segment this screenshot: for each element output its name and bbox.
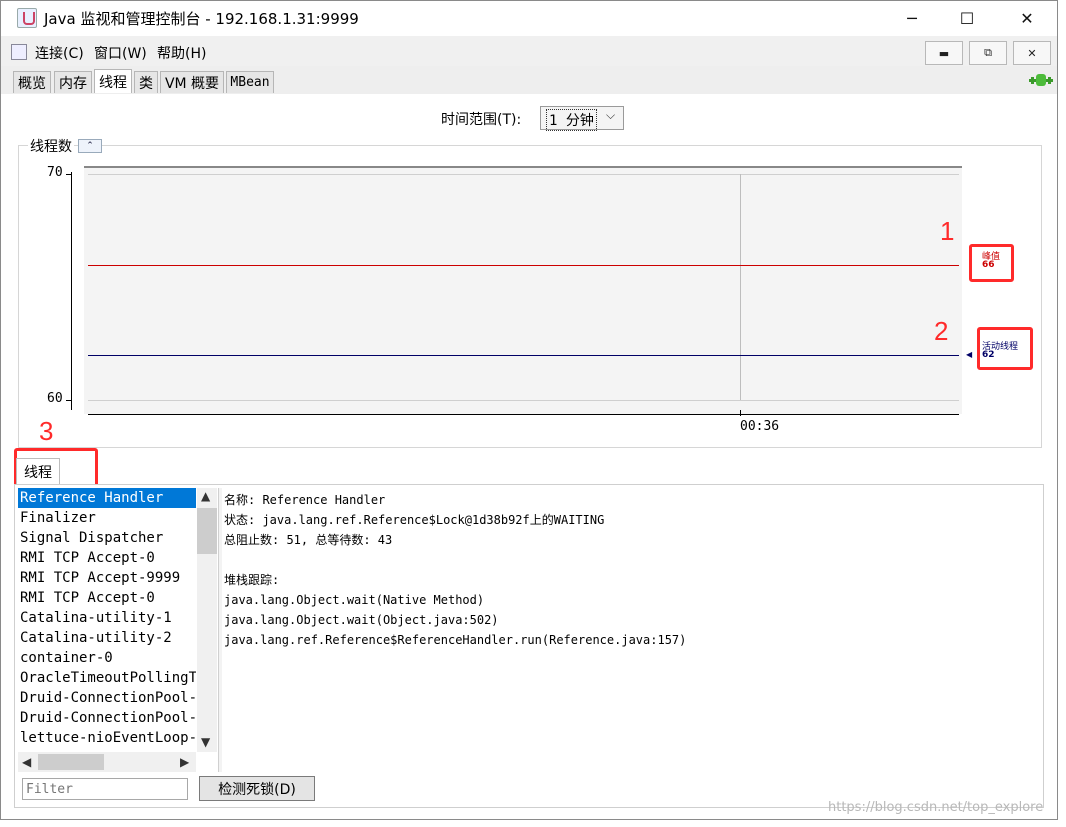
- plot-area: [84, 166, 962, 414]
- stack-frame: java.lang.Object.wait(Object.java:502): [224, 613, 499, 627]
- scroll-left-icon[interactable]: ◀: [22, 755, 31, 769]
- window-title: Java 监视和管理控制台 - 192.168.1.31:9999: [44, 10, 359, 28]
- thread-list-item[interactable]: Reference Handler: [18, 488, 196, 508]
- menu-help[interactable]: 帮助(H): [157, 43, 206, 63]
- tab-overview[interactable]: 概览: [13, 71, 51, 93]
- stack-trace-heading: 堆栈跟踪:: [224, 573, 280, 587]
- stack-frame: java.lang.ref.Reference$ReferenceHandler…: [224, 633, 687, 647]
- chart-title: 线程数: [28, 136, 74, 156]
- time-range-label: 时间范围(T):: [441, 112, 522, 128]
- y-tick-label-60: 60: [47, 391, 63, 406]
- split-pane-divider[interactable]: [218, 488, 222, 772]
- internal-restore-button[interactable]: ⧉: [969, 41, 1007, 65]
- detect-deadlock-button[interactable]: 检测死锁(D): [199, 776, 315, 801]
- thread-list-item[interactable]: RMI TCP Accept-0: [18, 588, 196, 608]
- close-button[interactable]: ✕: [1004, 1, 1050, 35]
- vertical-scroll-thumb[interactable]: [197, 508, 217, 554]
- y-tick-60: [66, 400, 72, 401]
- menu-connection[interactable]: 连接(C): [35, 43, 84, 63]
- thread-list-item[interactable]: Druid-ConnectionPool-C: [18, 688, 196, 708]
- tab-threads[interactable]: 线程: [94, 69, 132, 93]
- live-marker-icon: ◀: [966, 350, 973, 359]
- x-tick-label: 00:36: [740, 419, 780, 434]
- document-icon: [11, 44, 27, 60]
- tab-classes[interactable]: 类: [134, 71, 158, 93]
- annotation-number-3: 3: [39, 416, 54, 446]
- minimize-button[interactable]: ─: [889, 1, 935, 35]
- java-app-icon: [17, 8, 37, 28]
- thread-block-wait-line: 总阻止数: 51, 总等待数: 43: [224, 533, 393, 547]
- grid-line-70: [88, 174, 959, 175]
- thread-list-item[interactable]: Finalizer: [18, 508, 196, 528]
- tab-vm-summary[interactable]: VM 概要: [160, 71, 224, 93]
- thread-filter-input[interactable]: [22, 778, 188, 800]
- y-axis: [71, 172, 72, 410]
- thread-detail-panel: 名称: Reference Handler 状态: java.lang.ref.…: [224, 490, 1044, 760]
- chevron-down-icon[interactable]: ⌵: [606, 108, 615, 123]
- thread-list-item[interactable]: RMI TCP Accept-9999: [18, 568, 196, 588]
- series-live-threads-line: [88, 355, 959, 356]
- watermark: https://blog.csdn.net/top_explore: [828, 800, 1044, 815]
- thread-list-item[interactable]: Signal Dispatcher: [18, 528, 196, 548]
- collapse-icon[interactable]: ⌃: [78, 139, 102, 153]
- thread-list-item[interactable]: Catalina-utility-1: [18, 608, 196, 628]
- y-tick-70: [66, 174, 72, 175]
- internal-minimize-button[interactable]: ▬: [925, 41, 963, 65]
- thread-name-line: 名称: Reference Handler: [224, 493, 386, 507]
- series-peak-line: [88, 265, 959, 266]
- x-axis: [88, 414, 959, 415]
- annotation-number-2: 2: [934, 316, 949, 346]
- plot-top-border: [84, 166, 962, 168]
- annotation-box-1: [969, 244, 1014, 282]
- menu-window[interactable]: 窗口(W): [94, 43, 147, 63]
- scroll-up-icon[interactable]: ▲: [201, 489, 210, 503]
- thread-state-line: 状态: java.lang.ref.Reference$Lock@1d38b92…: [224, 513, 605, 527]
- horizontal-scroll-thumb[interactable]: [38, 754, 104, 770]
- x-tick-0036: [740, 410, 741, 416]
- thread-list-item[interactable]: lettuce-nioEventLoop-4: [18, 728, 196, 748]
- thread-list-item[interactable]: container-0: [18, 648, 196, 668]
- scroll-right-icon[interactable]: ▶: [180, 755, 189, 769]
- stack-frame: java.lang.Object.wait(Native Method): [224, 593, 485, 607]
- annotation-box-2: [977, 327, 1033, 370]
- tab-mbean[interactable]: MBean: [226, 71, 274, 93]
- threads-subtab[interactable]: 线程: [16, 458, 60, 484]
- y-tick-label-70: 70: [47, 165, 63, 180]
- tab-memory[interactable]: 内存: [54, 71, 92, 93]
- scroll-down-icon[interactable]: ▼: [201, 735, 210, 749]
- connection-status-icon: [1029, 74, 1053, 86]
- internal-close-button[interactable]: ✕: [1013, 41, 1051, 65]
- thread-list-item[interactable]: Catalina-utility-2: [18, 628, 196, 648]
- thread-list-item[interactable]: Druid-ConnectionPool-D: [18, 708, 196, 728]
- annotation-number-1: 1: [940, 216, 955, 246]
- grid-line-0036: [740, 174, 741, 400]
- thread-list-item[interactable]: RMI TCP Accept-0: [18, 548, 196, 568]
- grid-line-60: [88, 400, 959, 401]
- thread-list-item[interactable]: OracleTimeoutPollingTh: [18, 668, 196, 688]
- thread-list[interactable]: Reference Handler Finalizer Signal Dispa…: [18, 488, 196, 752]
- maximize-button[interactable]: ☐: [944, 1, 990, 35]
- time-range-value[interactable]: 1 分钟: [546, 109, 597, 131]
